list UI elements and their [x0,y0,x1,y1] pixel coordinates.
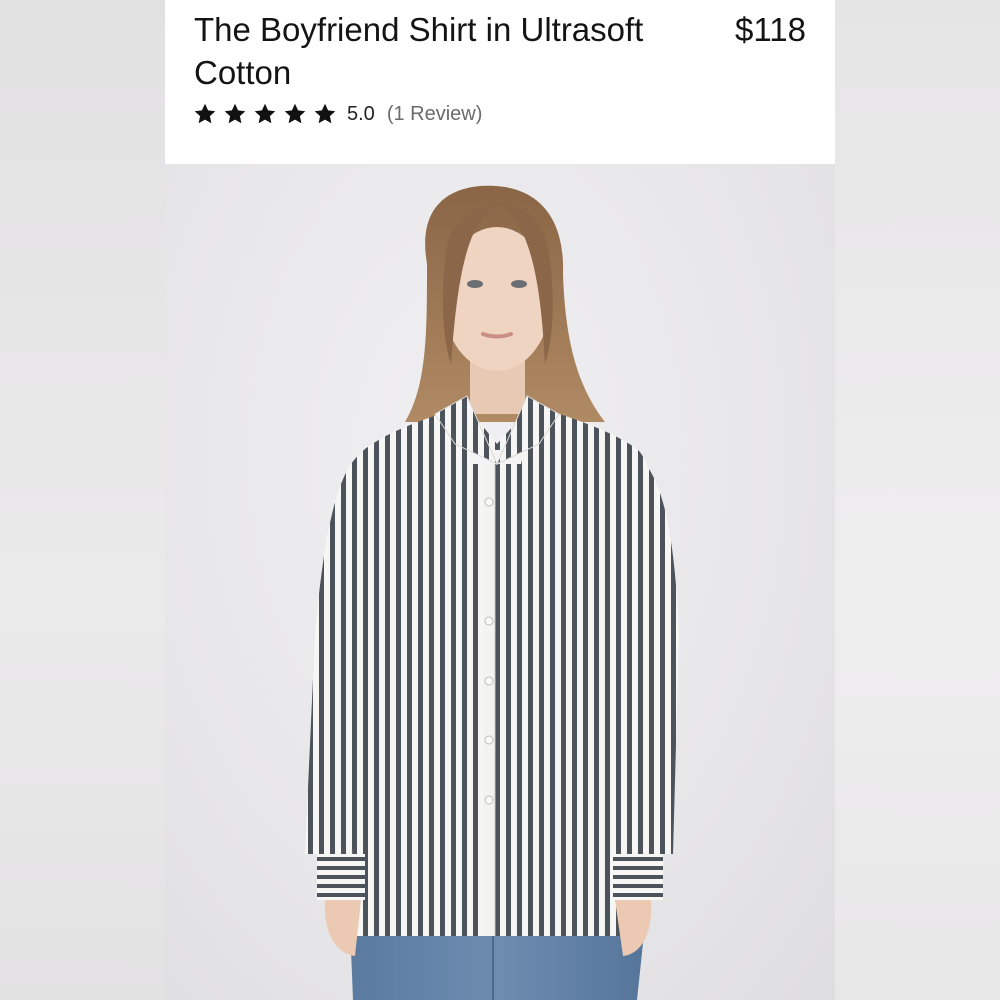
product-header: The Boyfriend Shirt in Ultrasoft Cotton … [165,0,835,164]
product-photo[interactable] [165,164,835,1000]
product-title[interactable]: The Boyfriend Shirt in Ultrasoft Cotton [194,8,714,94]
star-icon [254,103,276,124]
right-cuff [613,854,663,900]
model-illustration [305,185,679,1000]
left-backdrop [0,0,165,1000]
product-card: The Boyfriend Shirt in Ultrasoft Cotton … [165,0,835,1000]
right-backdrop [835,0,1000,1000]
star-icon [224,103,246,124]
rating-row[interactable]: 5.0 (1 Review) [193,100,482,128]
product-price: $118 [735,11,806,48]
star-icon [284,103,306,124]
review-count-link[interactable]: (1 Review) [387,103,483,126]
star-rating [193,102,337,126]
shirt [341,404,655,936]
star-icon [314,103,336,124]
star-icon [194,103,216,124]
rating-score: 5.0 [347,102,375,125]
left-cuff [317,854,365,900]
